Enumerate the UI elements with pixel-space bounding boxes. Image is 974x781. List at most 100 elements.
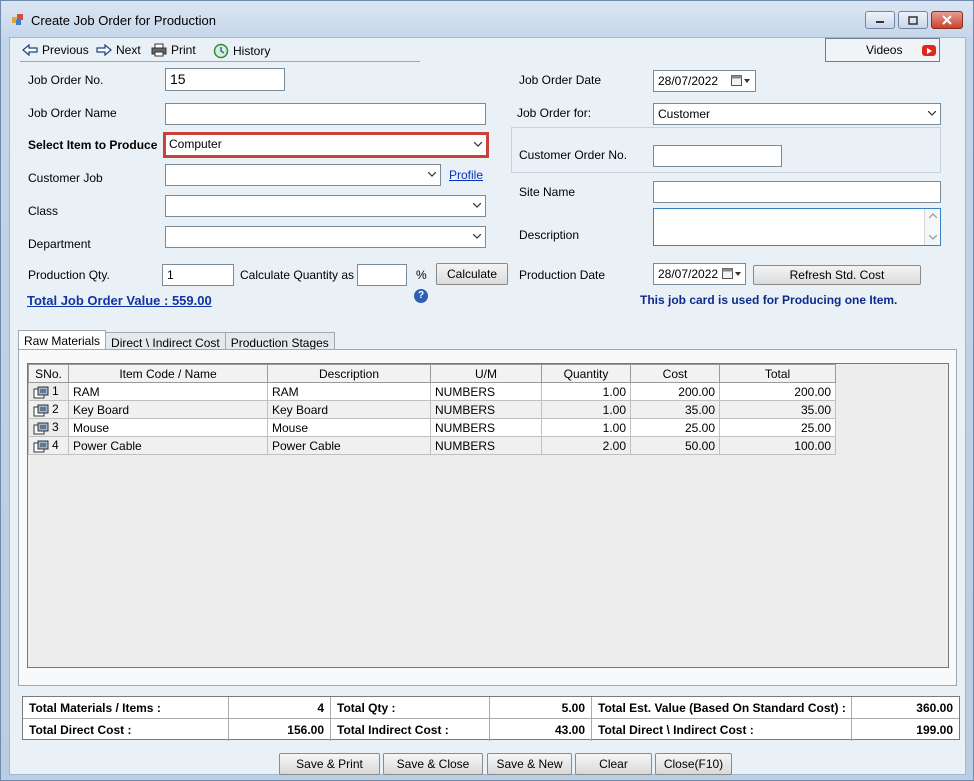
refresh-std-cost-button[interactable]: Refresh Std. Cost: [753, 265, 921, 285]
minimize-button[interactable]: [865, 11, 895, 29]
row-total[interactable]: 200.00: [719, 382, 836, 401]
clear-button[interactable]: Clear: [575, 753, 652, 775]
job-order-for-dropdown[interactable]: Customer: [653, 103, 941, 125]
total-materials-label: Total Materials / Items :: [23, 697, 229, 719]
row-description[interactable]: RAM: [267, 382, 431, 401]
row-quantity[interactable]: 1.00: [541, 400, 631, 419]
window-title: Create Job Order for Production: [31, 13, 216, 28]
tab-raw-materials[interactable]: Raw Materials: [18, 330, 107, 351]
save-print-button[interactable]: Save & Print: [279, 753, 380, 775]
col-description[interactable]: Description: [267, 364, 431, 383]
class-dropdown[interactable]: [165, 195, 486, 217]
item-detail-icon[interactable]: [33, 422, 49, 435]
table-header-row: SNo. Item Code / Name Description U/M Qu…: [28, 364, 836, 383]
production-qty-label: Production Qty.: [28, 268, 110, 282]
table-row[interactable]: 4 Power Cable Power Cable NUMBERS 2.00 50.00 1…: [28, 436, 836, 455]
row-sno: 1: [52, 384, 59, 399]
save-close-button[interactable]: Save & Close: [383, 753, 483, 775]
next-button[interactable]: Next: [96, 43, 141, 57]
printer-icon: [151, 43, 167, 57]
close-button[interactable]: Close(F10): [655, 753, 732, 775]
raw-materials-table: SNo. Item Code / Name Description U/M Qu…: [28, 364, 836, 455]
class-label: Class: [28, 204, 59, 218]
site-name-input[interactable]: [653, 181, 941, 203]
job-order-no-input[interactable]: 15: [165, 68, 285, 91]
arrow-right-icon: [96, 44, 112, 56]
arrow-left-icon: [22, 44, 38, 56]
row-cost[interactable]: 200.00: [630, 382, 720, 401]
print-button[interactable]: Print: [151, 43, 196, 57]
row-sno-cell[interactable]: 3: [28, 418, 69, 437]
chevron-up-icon: [929, 213, 937, 218]
previous-button[interactable]: Previous: [22, 43, 89, 57]
description-textarea[interactable]: [653, 208, 941, 246]
calc-qty-label: Calculate Quantity as: [240, 268, 355, 282]
table-row[interactable]: 2 Key Board Key Board NUMBERS 1.00 35.00 35.00: [28, 400, 836, 419]
production-qty-input[interactable]: 1: [162, 264, 234, 286]
row-description[interactable]: Power Cable: [267, 436, 431, 455]
table-row[interactable]: 3 Mouse Mouse NUMBERS 1.00 25.00 25.00: [28, 418, 836, 437]
row-um[interactable]: NUMBERS: [430, 400, 542, 419]
title-bar: Create Job Order for Production: [1, 1, 973, 37]
save-new-button[interactable]: Save & New: [487, 753, 572, 775]
info-icon[interactable]: ?: [414, 289, 428, 303]
row-quantity[interactable]: 2.00: [541, 436, 631, 455]
customer-order-no-input[interactable]: [653, 145, 782, 167]
job-order-for-label: Job Order for:: [517, 106, 592, 120]
maximize-button[interactable]: [898, 11, 928, 29]
row-total[interactable]: 100.00: [719, 436, 836, 455]
col-cost[interactable]: Cost: [630, 364, 720, 383]
table-row[interactable]: 1 RAM RAM NUMBERS 1.00 200.00 200.00: [28, 382, 836, 401]
row-item-code[interactable]: RAM: [68, 382, 268, 401]
production-date-label: Production Date: [519, 268, 606, 282]
row-cost[interactable]: 50.00: [630, 436, 720, 455]
history-button[interactable]: History: [213, 43, 270, 59]
row-item-code[interactable]: Power Cable: [68, 436, 268, 455]
totals-summary: Total Materials / Items : 4 Total Qty : …: [22, 696, 960, 741]
row-sno-cell[interactable]: 1: [28, 382, 69, 401]
item-detail-icon[interactable]: [33, 404, 49, 417]
total-est-value: 360.00: [852, 697, 959, 719]
col-um[interactable]: U/M: [430, 364, 542, 383]
col-sno[interactable]: SNo.: [28, 364, 69, 383]
row-quantity[interactable]: 1.00: [541, 382, 631, 401]
department-dropdown[interactable]: [165, 226, 486, 248]
maximize-icon: [908, 15, 918, 25]
row-total[interactable]: 35.00: [719, 400, 836, 419]
row-um[interactable]: NUMBERS: [430, 418, 542, 437]
description-scrollbar[interactable]: [924, 209, 940, 245]
job-order-no-label: Job Order No.: [28, 73, 104, 87]
row-sno-cell[interactable]: 2: [28, 400, 69, 419]
production-date-picker[interactable]: 28/07/2022: [653, 263, 746, 285]
row-quantity[interactable]: 1.00: [541, 418, 631, 437]
customer-order-no-label: Customer Order No.: [519, 148, 628, 162]
item-detail-icon[interactable]: [33, 440, 49, 453]
customer-job-dropdown[interactable]: [165, 164, 441, 186]
row-total[interactable]: 25.00: [719, 418, 836, 437]
profile-link[interactable]: Profile: [449, 168, 483, 182]
col-total[interactable]: Total: [719, 364, 836, 383]
row-description[interactable]: Key Board: [267, 400, 431, 419]
row-description[interactable]: Mouse: [267, 418, 431, 437]
job-order-name-input[interactable]: [165, 103, 486, 125]
total-job-order-value-link[interactable]: Total Job Order Value : 559.00: [27, 293, 212, 308]
row-um[interactable]: NUMBERS: [430, 382, 542, 401]
col-quantity[interactable]: Quantity: [541, 364, 631, 383]
production-date-value: 28/07/2022: [658, 267, 719, 281]
row-um[interactable]: NUMBERS: [430, 436, 542, 455]
row-item-code[interactable]: Key Board: [68, 400, 268, 419]
select-item-dropdown[interactable]: Computer: [163, 132, 489, 158]
job-order-date-picker[interactable]: 28/07/2022: [653, 70, 756, 92]
row-cost[interactable]: 25.00: [630, 418, 720, 437]
calc-qty-input[interactable]: [357, 264, 407, 286]
row-item-code[interactable]: Mouse: [68, 418, 268, 437]
next-label: Next: [116, 43, 141, 57]
row-cost[interactable]: 35.00: [630, 400, 720, 419]
col-item-code[interactable]: Item Code / Name: [68, 364, 268, 383]
videos-button[interactable]: Videos: [825, 38, 940, 62]
close-window-button[interactable]: [931, 11, 963, 29]
row-sno-cell[interactable]: 4: [28, 436, 69, 455]
select-item-label: Select Item to Produce: [28, 138, 158, 152]
calculate-button[interactable]: Calculate: [436, 263, 508, 285]
item-detail-icon[interactable]: [33, 386, 49, 399]
